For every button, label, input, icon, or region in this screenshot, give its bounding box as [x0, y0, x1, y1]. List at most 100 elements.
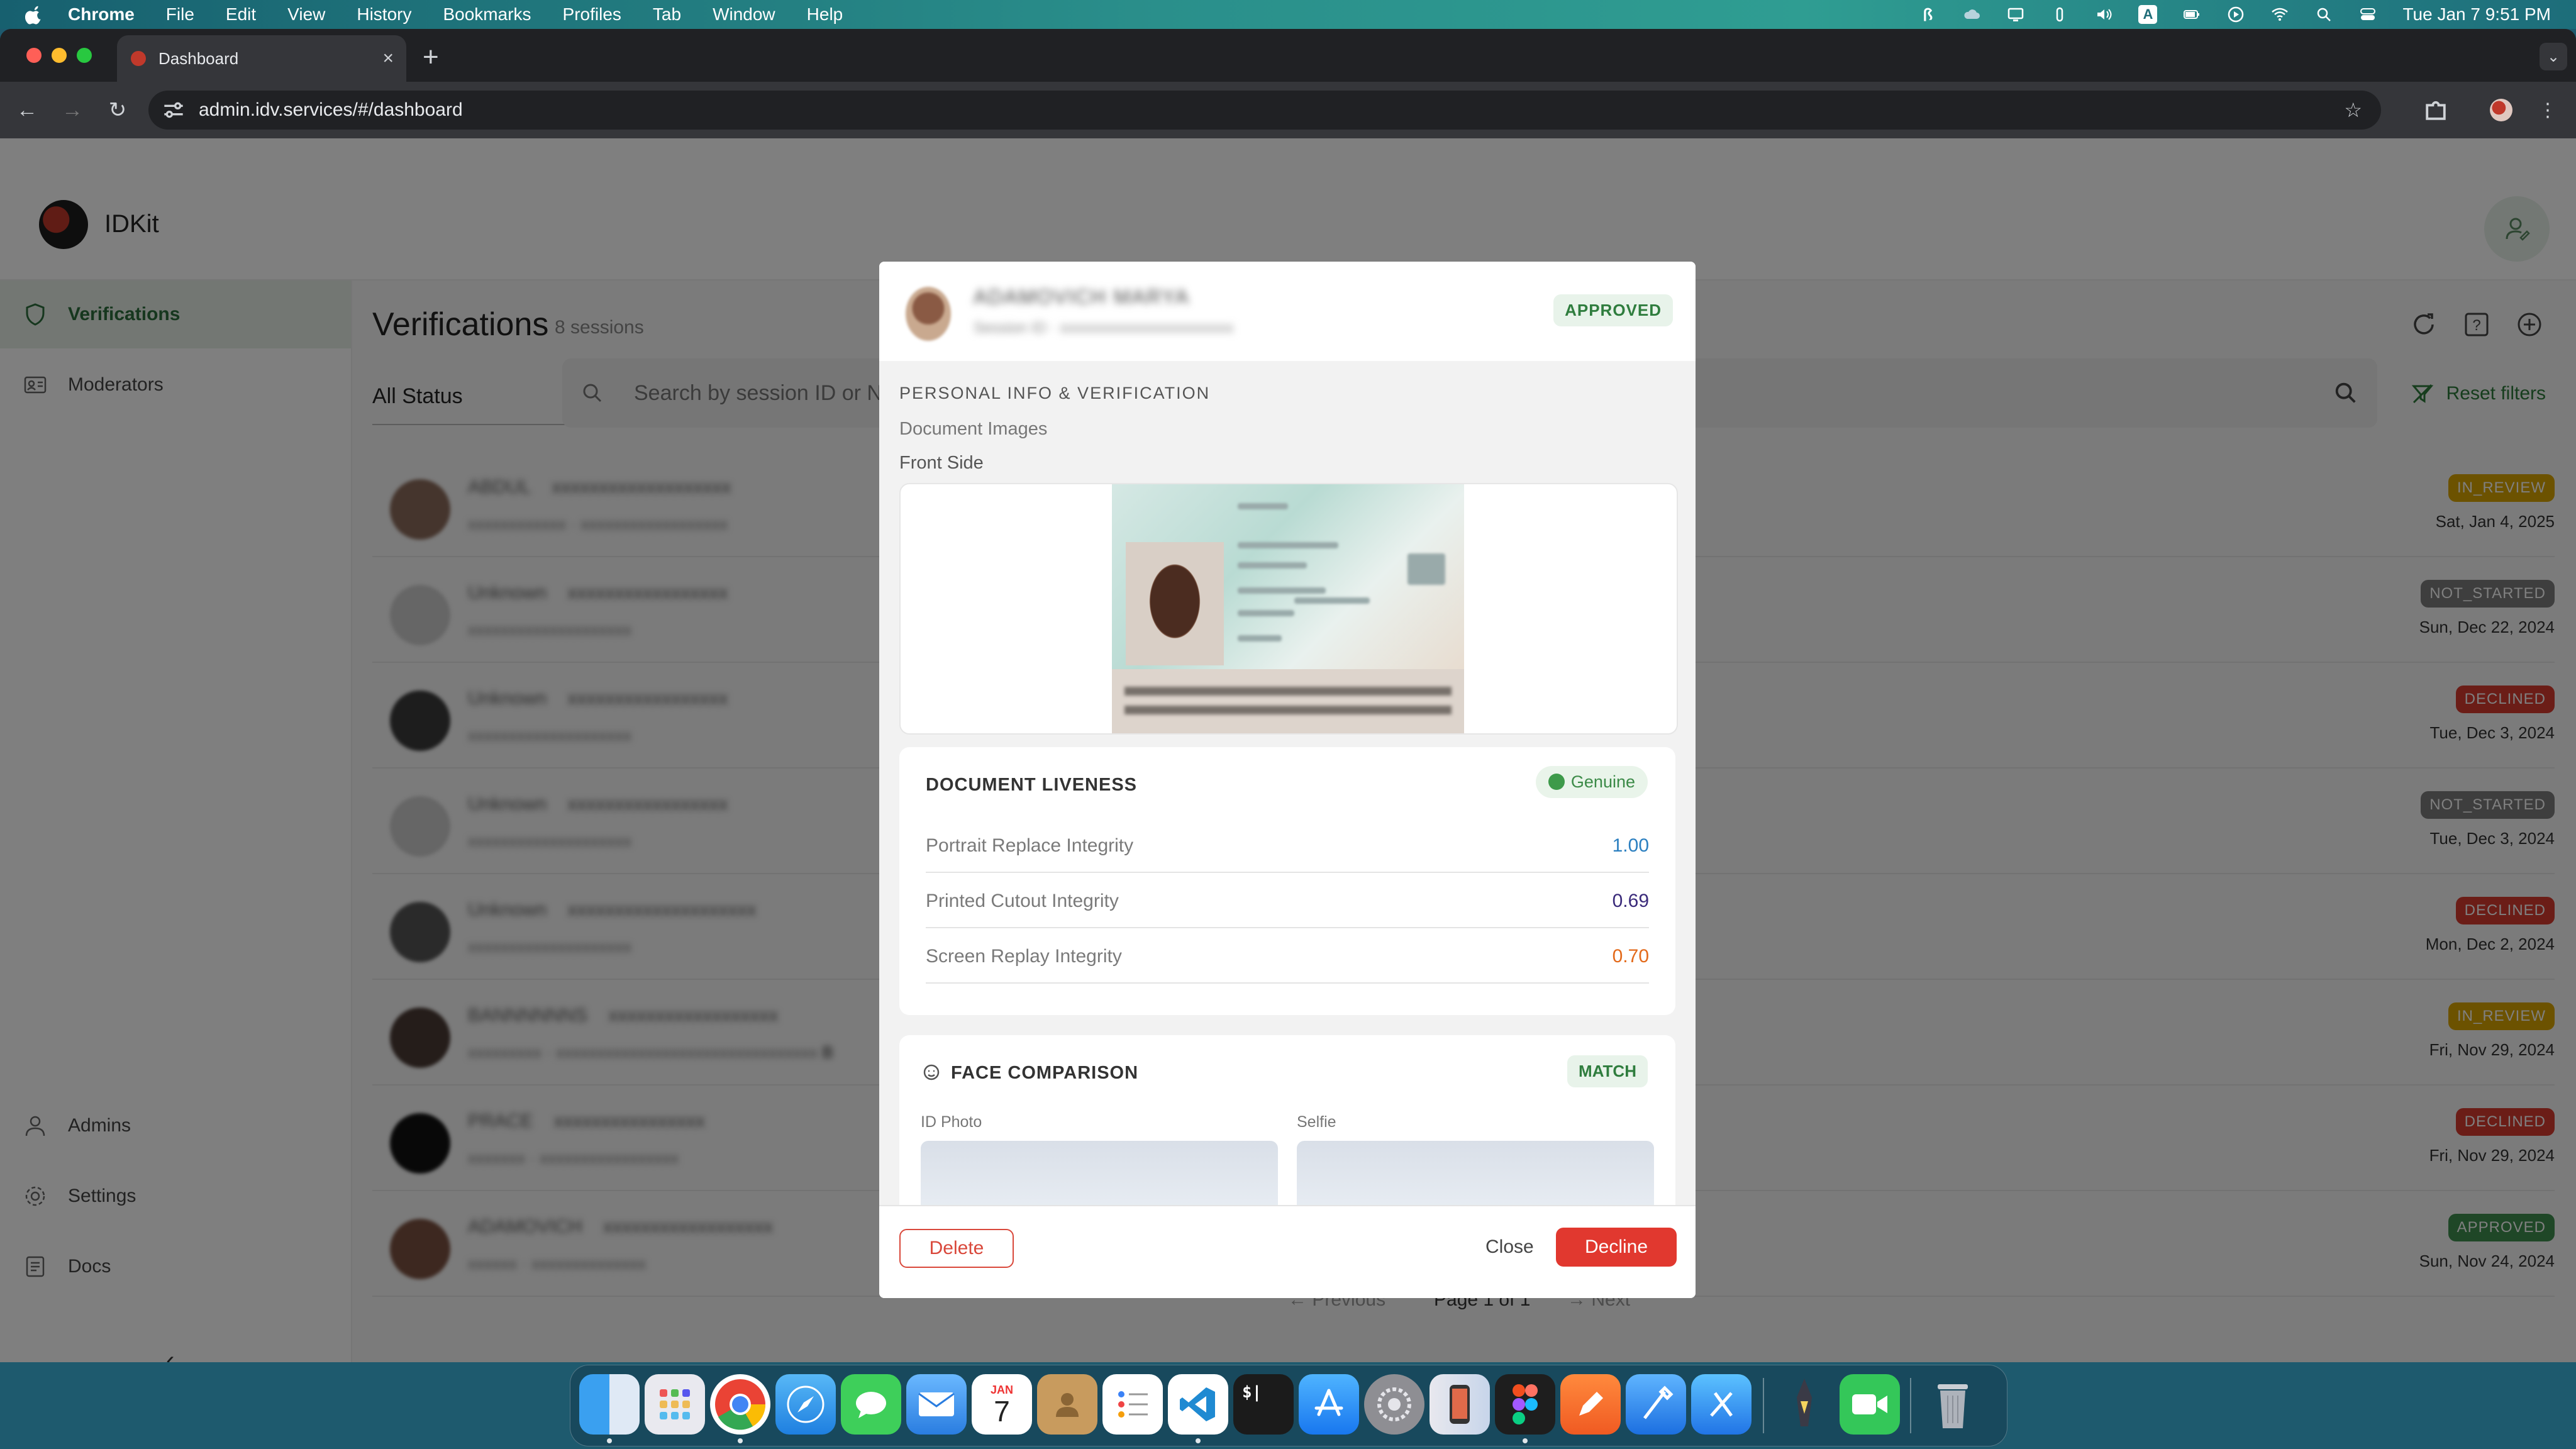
app-store-icon[interactable]: [1299, 1374, 1359, 1435]
browser-toolbar: ← → ↻ admin.idv.services/#/dashboard ☆ ⋮: [0, 82, 2576, 138]
tab-favicon-icon: [131, 51, 146, 66]
decline-button[interactable]: Decline: [1556, 1228, 1677, 1267]
spotlight-search-icon[interactable]: [2314, 5, 2333, 24]
metric-name: Printed Cutout Integrity: [926, 891, 1119, 911]
envelope-icon: [918, 1392, 955, 1416]
menu-tab[interactable]: Tab: [653, 4, 681, 25]
forward-arrow-icon[interactable]: →: [58, 96, 87, 125]
id-photo-label: ID Photo: [921, 1113, 982, 1131]
finder-icon[interactable]: [579, 1374, 640, 1435]
contacts-icon[interactable]: [1037, 1374, 1097, 1435]
video-camera-icon: [1852, 1394, 1887, 1414]
checklist-icon: [1118, 1391, 1148, 1418]
match-badge: MATCH: [1567, 1055, 1648, 1087]
tab-title: Dashboard: [158, 48, 239, 68]
apple-icon[interactable]: [25, 4, 44, 25]
instruments-icon[interactable]: [1691, 1374, 1752, 1435]
settings-gear-icon: [1377, 1387, 1411, 1421]
terminal-icon[interactable]: $|: [1233, 1374, 1294, 1435]
trash-icon[interactable]: [1923, 1374, 1983, 1435]
selfie-label: Selfie: [1297, 1113, 1336, 1131]
site-settings-icon[interactable]: [161, 97, 186, 123]
sharp-icon[interactable]: ꟗ: [1918, 5, 1937, 25]
extensions-puzzle-icon[interactable]: [2421, 96, 2450, 125]
document-liveness-card: DOCUMENT LIVENESS Genuine Portrait Repla…: [899, 747, 1675, 1015]
hammer-icon: [1643, 1385, 1674, 1419]
input-source-icon[interactable]: A: [2138, 5, 2158, 24]
back-arrow-icon[interactable]: ←: [13, 96, 42, 125]
menu-edit[interactable]: Edit: [226, 4, 256, 25]
liveness-metric-row: Printed Cutout Integrity 0.69: [926, 872, 1649, 928]
web-page: IDKit Verifications Moderators Admins Se…: [0, 138, 2576, 1362]
tab-search-chevron-icon[interactable]: ⌄: [2540, 43, 2567, 70]
applicant-avatar: [906, 287, 951, 341]
delete-button[interactable]: Delete: [899, 1229, 1014, 1268]
id-document-image[interactable]: [1112, 484, 1464, 733]
paperclip-icon[interactable]: [2050, 5, 2069, 24]
menu-bookmarks[interactable]: Bookmarks: [443, 4, 531, 25]
system-settings-icon[interactable]: [1364, 1374, 1424, 1435]
menu-help[interactable]: Help: [807, 4, 843, 25]
simulator-icon[interactable]: [1430, 1374, 1490, 1435]
xcode-icon[interactable]: [1626, 1374, 1686, 1435]
address-bar[interactable]: admin.idv.services/#/dashboard ☆: [148, 91, 2381, 130]
menu-app-chrome[interactable]: Chrome: [68, 4, 135, 25]
battery-icon[interactable]: [2182, 5, 2201, 24]
url-text[interactable]: admin.idv.services/#/dashboard: [199, 99, 463, 121]
window-minimize-button[interactable]: [52, 48, 67, 63]
menu-view[interactable]: View: [287, 4, 325, 25]
calendar-icon[interactable]: JAN 7: [972, 1374, 1032, 1435]
pen-nib-icon[interactable]: [1774, 1374, 1835, 1435]
selfie-image[interactable]: [1297, 1141, 1654, 1205]
display-icon[interactable]: [2006, 5, 2025, 24]
document-front-image-frame[interactable]: [899, 483, 1678, 735]
id-mrz-line: [1124, 687, 1452, 696]
contact-person-icon: [1056, 1393, 1079, 1417]
liveness-metric-row: Screen Replay Integrity 0.70: [926, 927, 1649, 984]
menu-window[interactable]: Window: [713, 4, 775, 25]
tab-dashboard[interactable]: Dashboard ×: [117, 35, 406, 82]
id-photo-image[interactable]: [921, 1141, 1278, 1205]
launchpad-icon[interactable]: [645, 1374, 705, 1435]
messages-icon[interactable]: [841, 1374, 901, 1435]
id-text-line: [1238, 635, 1282, 641]
new-tab-plus-icon[interactable]: +: [423, 42, 439, 73]
window-zoom-button[interactable]: [77, 48, 92, 63]
face-icon: [923, 1064, 940, 1080]
mail-icon[interactable]: [906, 1374, 967, 1435]
facetime-icon[interactable]: [1840, 1374, 1900, 1435]
menubar-clock[interactable]: Tue Jan 7 9:51 PM: [2402, 4, 2551, 25]
tab-close-icon[interactable]: ×: [382, 48, 394, 69]
calendar-day: 7: [994, 1394, 1010, 1428]
chrome-menu-kebab-icon[interactable]: ⋮: [2533, 96, 2562, 125]
close-button[interactable]: Close: [1485, 1229, 1534, 1265]
menu-profiles[interactable]: Profiles: [563, 4, 621, 25]
running-indicator: [607, 1438, 612, 1443]
control-center-icon[interactable]: [2358, 5, 2377, 24]
pen-app-icon[interactable]: [1560, 1374, 1621, 1435]
volume-icon[interactable]: [2094, 5, 2113, 24]
modal-body[interactable]: PERSONAL INFO & VERIFICATION Document Im…: [879, 361, 1696, 1205]
metric-value: 1.00: [1612, 835, 1649, 856]
metric-value: 0.70: [1612, 946, 1649, 967]
chrome-icon[interactable]: [710, 1374, 770, 1435]
id-text-line: [1238, 503, 1288, 509]
metric-name: Screen Replay Integrity: [926, 946, 1122, 967]
wifi-icon[interactable]: [2270, 5, 2289, 24]
status-area: ꟗ A Tue Jan 7 9:51 PM: [1918, 0, 2551, 29]
section-title: PERSONAL INFO & VERIFICATION: [899, 384, 1211, 402]
figma-icon[interactable]: [1495, 1374, 1555, 1435]
menu-file[interactable]: File: [166, 4, 194, 25]
safari-compass-icon[interactable]: [775, 1374, 836, 1435]
play-icon[interactable]: [2226, 5, 2245, 24]
document-images-label: Document Images: [899, 419, 1048, 439]
reload-icon[interactable]: ↻: [103, 96, 132, 125]
vscode-icon[interactable]: [1168, 1374, 1228, 1435]
reminders-icon[interactable]: [1102, 1374, 1163, 1435]
chrome-window: Dashboard × + ⌄ ← → ↻ admin.idv.services…: [0, 29, 2576, 1362]
window-close-button[interactable]: [26, 48, 42, 63]
profile-avatar-icon[interactable]: [2487, 96, 2516, 125]
cloud-icon[interactable]: [1962, 5, 1981, 24]
bookmark-star-icon[interactable]: ☆: [2344, 98, 2362, 122]
menu-history[interactable]: History: [357, 4, 411, 25]
